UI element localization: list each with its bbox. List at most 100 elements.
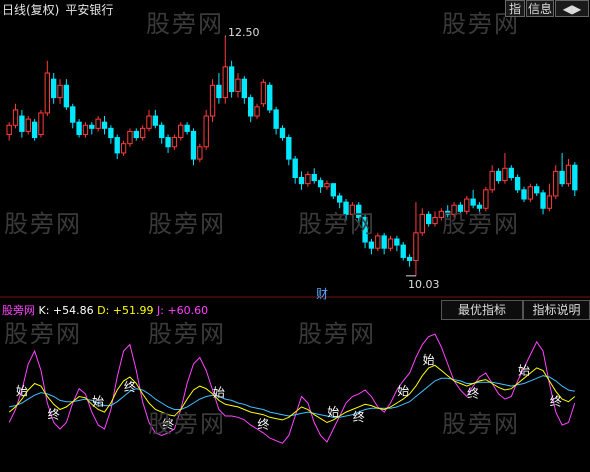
candle-body (57, 84, 63, 99)
candle-body (273, 109, 279, 129)
candle-body (82, 124, 89, 135)
candle-body (317, 180, 324, 188)
candle-body (502, 167, 508, 182)
candle-body (534, 186, 540, 194)
nav-arrows-button[interactable]: ◀▶ (555, 0, 589, 17)
candle-body (222, 66, 228, 99)
candle-body (260, 81, 267, 105)
candle-body (387, 238, 394, 249)
candle-body (63, 84, 70, 108)
sell-signal-label: 终 (353, 409, 365, 424)
buy-signal-label: 始 (397, 384, 409, 398)
candle-body (279, 127, 286, 139)
candle-body (336, 195, 343, 203)
candle-body (159, 124, 165, 139)
candle-body (6, 124, 12, 135)
low-price-label: 10.03 (408, 278, 440, 291)
watermark: 股旁网 (148, 320, 226, 348)
candle-body (413, 232, 419, 261)
candle-body (292, 158, 298, 179)
candle-body (495, 170, 502, 182)
candle-body (133, 130, 139, 139)
tab-best-indicator[interactable]: 最优指标 (441, 300, 523, 320)
candle-body (190, 130, 197, 160)
sell-signal-label: 终 (257, 417, 269, 432)
candle-body (305, 173, 311, 185)
candle-body (120, 143, 127, 154)
candle-body (89, 124, 95, 129)
candle-body (514, 177, 521, 191)
candle-body (203, 115, 209, 148)
buy-signal-label: 始 (213, 385, 225, 399)
candle-body (324, 183, 330, 188)
candle-body (368, 241, 375, 249)
candle-body (489, 170, 495, 191)
candle-body (375, 235, 381, 249)
candle-body (267, 84, 273, 111)
watermark: 股旁网 (4, 210, 82, 238)
candle-body (311, 173, 317, 182)
candle-body (400, 244, 406, 258)
sell-signal-label: 终 (48, 406, 60, 421)
watermark: 股旁网 (442, 410, 520, 438)
sell-signal-label: 终 (467, 386, 479, 401)
indicator-name: 股旁网 (2, 304, 35, 317)
tab-indicator-help[interactable]: 指标说明 (523, 300, 590, 320)
candle-body (286, 137, 292, 160)
candle-body (248, 97, 254, 117)
buy-signal-label: 始 (16, 384, 28, 398)
candle-body (184, 124, 190, 132)
chart-title: 日线(复权) 平安银行 (2, 1, 119, 18)
candle-body (101, 121, 108, 129)
period-label: 日线(复权) (2, 3, 60, 17)
candle-body (235, 78, 241, 92)
watermark: 股旁网 (298, 320, 376, 348)
candle-body (197, 146, 203, 160)
candle-body (508, 167, 514, 179)
candle-body (432, 216, 438, 225)
candle-body (178, 124, 184, 139)
candle-body (559, 170, 565, 185)
candle-body (95, 118, 101, 129)
candle-body (540, 192, 546, 209)
candle-body (572, 164, 578, 191)
candle-body (152, 115, 159, 126)
k-value: K: +54.86 (38, 304, 94, 317)
d-value: D: +51.99 (97, 304, 154, 317)
buy-signal-label: 始 (423, 353, 435, 367)
watermark: 股旁网 (146, 10, 224, 38)
candle-body (31, 121, 38, 139)
j-value: J: +60.60 (157, 304, 209, 317)
info-button[interactable]: 信息 (526, 0, 554, 17)
candle-body (50, 78, 57, 99)
candle-body (171, 137, 178, 148)
watermark: 股旁网 (4, 320, 82, 348)
candle-body (76, 121, 82, 135)
candle-body (44, 72, 50, 114)
candle-body (25, 118, 31, 132)
candle-body (209, 84, 216, 117)
candle-body (114, 137, 120, 154)
finance-marker[interactable]: 财 (316, 285, 328, 302)
candle-body (12, 109, 19, 126)
candle-body (228, 66, 235, 92)
sell-signal-label: 终 (124, 379, 136, 394)
candle-body (216, 84, 222, 99)
candle-body (254, 106, 260, 117)
buy-signal-label: 始 (92, 395, 104, 409)
candle-body (419, 213, 425, 234)
high-price-label: 12.50 (228, 26, 260, 39)
candle-body (70, 106, 76, 123)
candle-body (330, 183, 336, 197)
candle-body (425, 213, 432, 225)
buy-signal-label: 始 (327, 405, 339, 419)
candle-body (146, 115, 152, 129)
indicator-button[interactable]: 指 (505, 0, 525, 17)
candle-body (521, 189, 527, 200)
candle-body (108, 127, 114, 139)
candle-body (553, 170, 559, 197)
candle-body (38, 112, 44, 135)
candlestick-series (6, 35, 578, 277)
candle-body (127, 130, 133, 145)
sell-signal-label: 终 (550, 393, 562, 408)
